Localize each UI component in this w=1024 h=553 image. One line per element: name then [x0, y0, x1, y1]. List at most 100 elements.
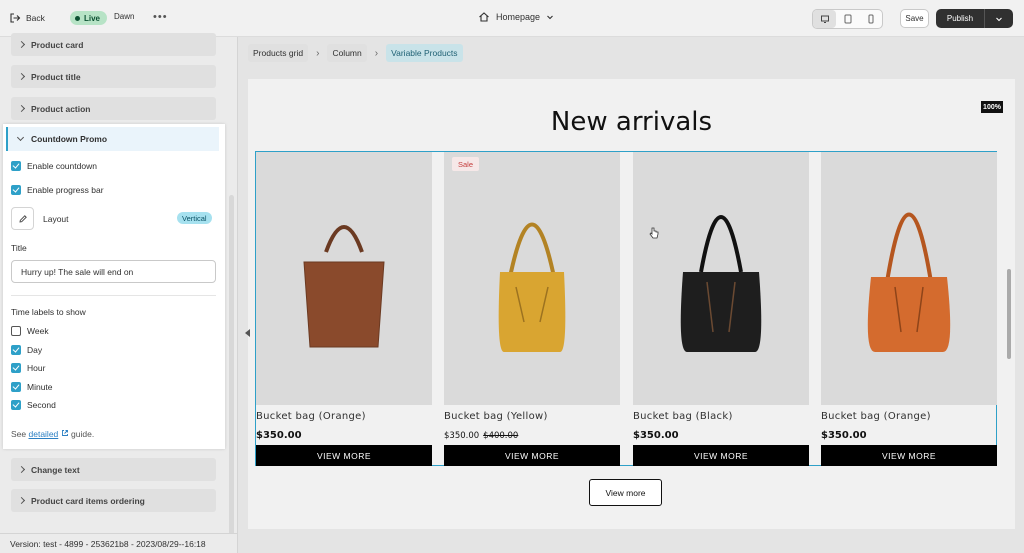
checkbox-checked-icon: [11, 400, 21, 410]
bag-image: [680, 215, 762, 352]
preview-area: Products grid › Column › Variable Produc…: [237, 37, 1024, 553]
checkbox-label: Enable countdown: [27, 161, 97, 171]
section-label: Product card: [31, 39, 84, 50]
checkbox-checked-icon: [11, 185, 21, 195]
checkbox-label: Week: [27, 326, 49, 336]
sidebar-scrollbar[interactable]: [229, 195, 234, 553]
guide-suffix: guide.: [71, 429, 95, 439]
product-card[interactable]: Bucket bag (Orange) $350.00 VIEW MORE: [256, 152, 432, 466]
mobile-view-button[interactable]: [859, 10, 882, 28]
save-button[interactable]: Save: [900, 9, 929, 28]
chevron-down-icon: [547, 15, 553, 20]
time-label-second-checkbox[interactable]: Second: [11, 400, 56, 410]
tablet-view-button[interactable]: [836, 10, 859, 28]
product-image[interactable]: [256, 152, 432, 405]
mobile-icon: [868, 14, 873, 24]
back-label: Back: [26, 13, 45, 23]
theme-name: Dawn: [114, 12, 135, 21]
layout-setting[interactable]: Layout: [11, 207, 69, 230]
preview-scrollbar[interactable]: [1007, 269, 1011, 359]
title-field-label: Title: [11, 243, 27, 253]
live-label: Live: [84, 13, 101, 23]
section-product-title[interactable]: Product title: [11, 65, 216, 88]
product-card[interactable]: Sale Bucket bag (Yellow) $350.00 $400.00 …: [444, 152, 620, 466]
product-price: $350.00 $400.00: [444, 430, 518, 441]
pencil-icon[interactable]: [11, 207, 34, 230]
desktop-view-button[interactable]: [813, 10, 836, 28]
storefront-canvas: New arrivals 100% Bucket bag (Orange) $3…: [245, 79, 1015, 529]
product-price: $350.00: [633, 430, 679, 441]
checkbox-checked-icon: [11, 363, 21, 373]
section-product-card-ordering[interactable]: Product card items ordering: [11, 489, 216, 512]
checkbox-label: Hour: [27, 363, 46, 373]
product-name[interactable]: Bucket bag (Black): [633, 411, 733, 422]
page-selector-label: Homepage: [496, 12, 541, 22]
product-image[interactable]: [633, 152, 809, 405]
section-label: Product card items ordering: [31, 495, 145, 506]
product-image[interactable]: [821, 152, 997, 405]
chevron-down-icon: [16, 133, 25, 142]
section-product-card[interactable]: Product card: [11, 33, 216, 56]
live-status-badge: Live: [70, 11, 108, 25]
divider: [11, 295, 216, 296]
chevron-right-icon: [17, 465, 26, 474]
checkbox-label: Enable progress bar: [27, 185, 104, 195]
time-label-day-checkbox[interactable]: Day: [11, 345, 42, 355]
title-input[interactable]: Hurry up! The sale will end on: [11, 260, 216, 283]
checkbox-checked-icon: [11, 382, 21, 392]
tablet-icon: [844, 14, 851, 24]
publish-button-group: Publish: [936, 9, 1013, 28]
section-heading: New arrivals: [550, 107, 713, 137]
view-more-button[interactable]: VIEW MORE: [633, 445, 809, 466]
checkbox-checked-icon: [11, 345, 21, 355]
product-card[interactable]: Bucket bag (Black) $350.00 VIEW MORE: [633, 152, 809, 466]
checkbox-unchecked-icon: [11, 326, 21, 336]
view-more-button[interactable]: VIEW MORE: [444, 445, 620, 466]
guide-link[interactable]: detailed: [29, 429, 59, 439]
bag-image: [303, 225, 385, 348]
checkbox-label: Second: [27, 400, 56, 410]
view-more-button[interactable]: VIEW MORE: [256, 445, 432, 466]
bag-image: [498, 222, 566, 352]
back-button[interactable]: Back: [9, 9, 45, 27]
product-name[interactable]: Bucket bag (Yellow): [444, 411, 548, 422]
time-label-week-checkbox[interactable]: Week: [11, 326, 49, 336]
publish-options-button[interactable]: [984, 9, 1013, 28]
section-title: Countdown Promo: [31, 134, 108, 144]
chevron-right-icon: ›: [374, 47, 379, 59]
product-image[interactable]: Sale: [444, 152, 620, 405]
publish-button[interactable]: Publish: [936, 14, 984, 23]
section-countdown-promo[interactable]: Countdown Promo: [6, 127, 219, 151]
breadcrumb-variable-products[interactable]: Variable Products: [386, 44, 463, 62]
more-actions-button[interactable]: •••: [153, 11, 168, 23]
breadcrumb-products-grid[interactable]: Products grid: [248, 44, 309, 62]
external-link-icon[interactable]: [61, 429, 69, 437]
section-label: Product title: [31, 71, 81, 82]
product-card[interactable]: Bucket bag (Orange) $350.00 VIEW MORE: [821, 152, 997, 466]
collapse-handle-icon[interactable]: [245, 329, 250, 337]
view-more-collection-button[interactable]: View more: [589, 479, 662, 506]
product-name[interactable]: Bucket bag (Orange): [256, 411, 366, 422]
time-label-minute-checkbox[interactable]: Minute: [11, 382, 53, 392]
chevron-right-icon: [17, 40, 26, 49]
page-selector[interactable]: Homepage: [478, 11, 554, 23]
device-toggle: [812, 9, 883, 29]
section-product-action[interactable]: Product action: [11, 97, 216, 120]
time-labels-heading: Time labels to show: [11, 307, 86, 317]
layout-label: Layout: [43, 213, 69, 224]
guide-text: See detailed guide.: [11, 429, 94, 439]
layout-value-badge: Vertical: [177, 212, 212, 224]
product-name[interactable]: Bucket bag (Orange): [821, 411, 931, 422]
enable-countdown-checkbox[interactable]: Enable countdown: [11, 161, 97, 171]
exit-icon: [10, 13, 21, 23]
breadcrumb-column[interactable]: Column: [327, 44, 367, 62]
section-change-text[interactable]: Change text: [11, 458, 216, 481]
view-more-button[interactable]: VIEW MORE: [821, 445, 997, 466]
enable-progress-bar-checkbox[interactable]: Enable progress bar: [11, 185, 104, 195]
chevron-right-icon: [17, 496, 26, 505]
chevron-down-icon: [996, 17, 1002, 21]
checkbox-checked-icon: [11, 161, 21, 171]
products-grid[interactable]: Bucket bag (Orange) $350.00 VIEW MORE Sa…: [255, 151, 997, 466]
section-label: Product action: [31, 103, 91, 114]
time-label-hour-checkbox[interactable]: Hour: [11, 363, 45, 373]
